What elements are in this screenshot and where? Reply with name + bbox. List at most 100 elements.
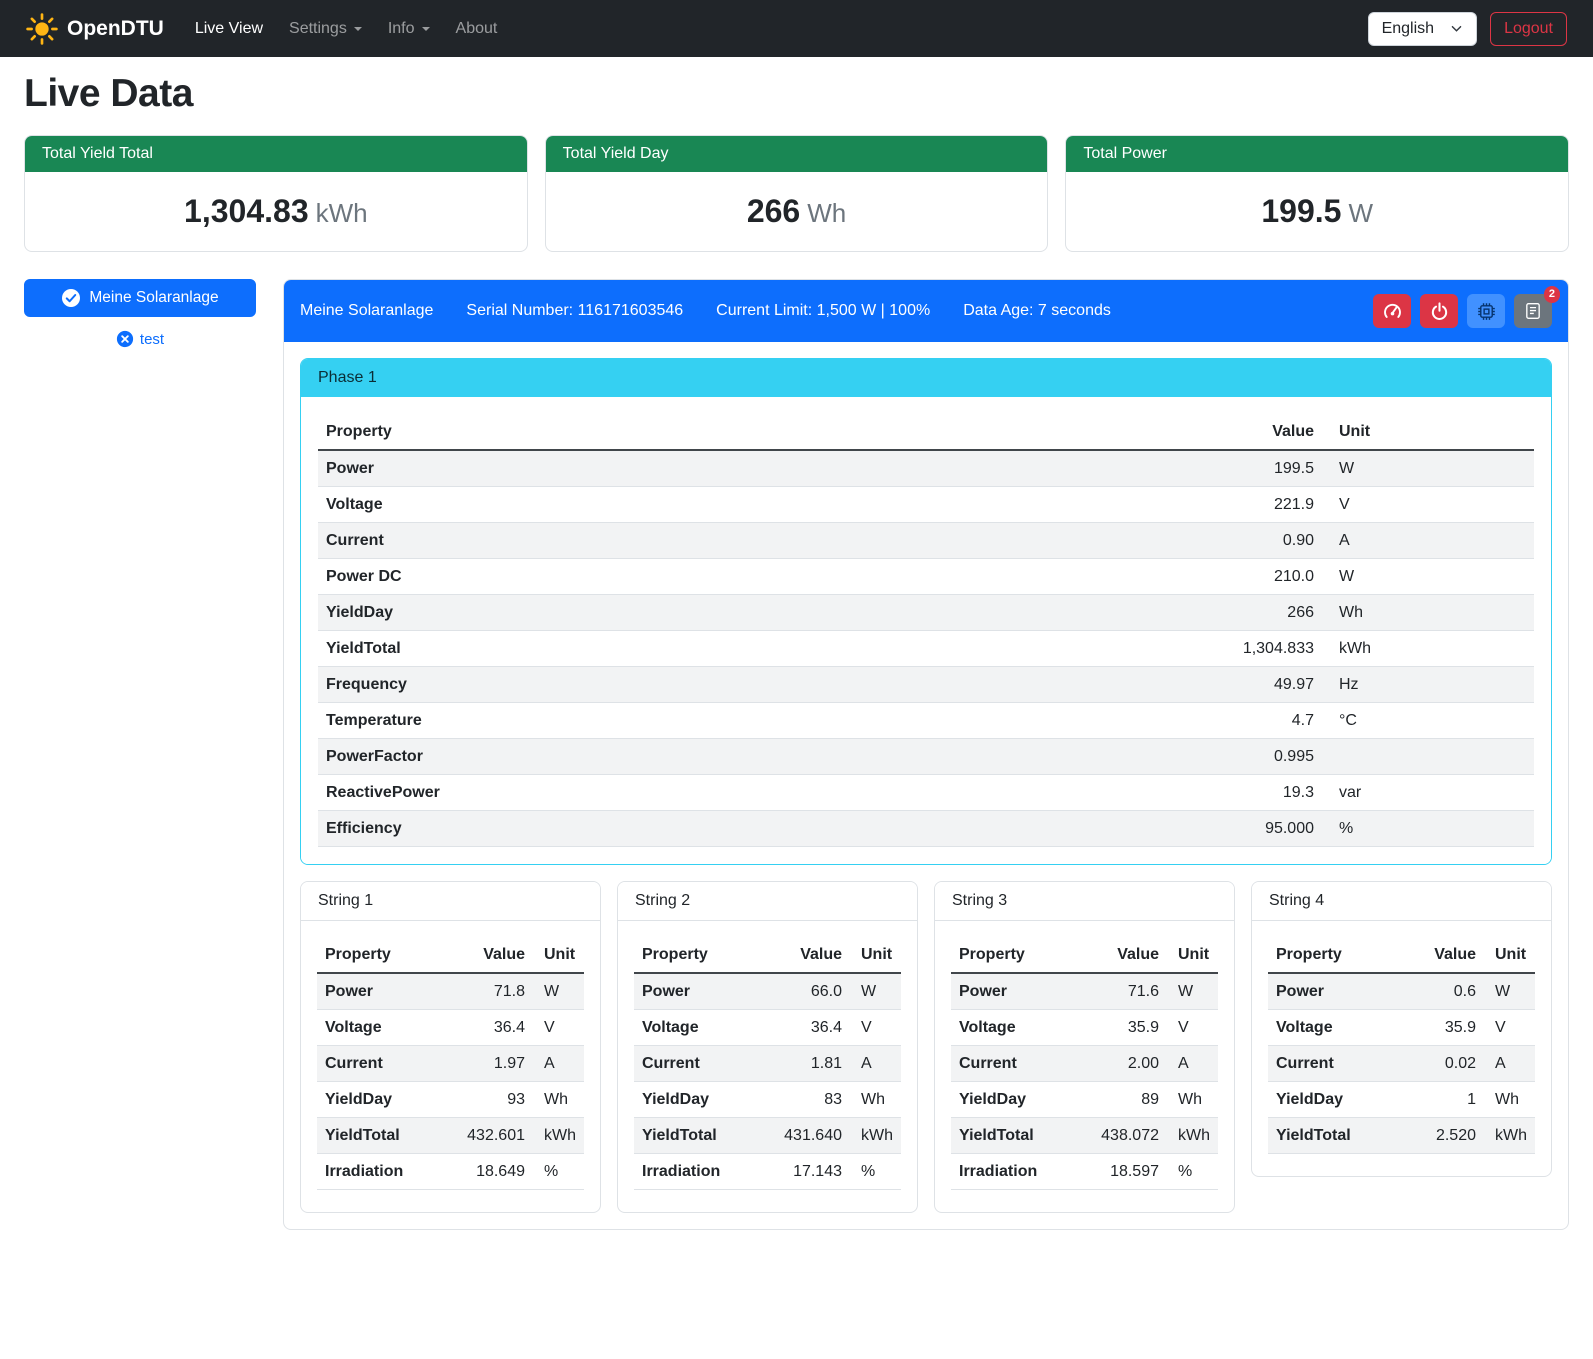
current-limit: Current Limit: 1,500 W | 100% xyxy=(716,302,930,320)
unit-cell: kWh xyxy=(533,1118,584,1154)
unit-cell: W xyxy=(1484,973,1535,1010)
nav-about[interactable]: About xyxy=(443,12,511,46)
value-cell: 2.520 xyxy=(1400,1118,1484,1154)
string-table: Property Value Unit Power71.8WVoltage36.… xyxy=(317,937,584,1190)
unit-cell: var xyxy=(1322,775,1534,811)
unit-cell: Wh xyxy=(1167,1082,1218,1118)
property-cell: Temperature xyxy=(318,703,919,739)
table-row: Voltage35.9V xyxy=(1268,1010,1535,1046)
logout-button[interactable]: Logout xyxy=(1490,12,1567,46)
col-unit: Unit xyxy=(850,937,901,973)
property-cell: Power xyxy=(318,450,919,487)
main-container: Live Data Total Yield Total 1,304.83kWh … xyxy=(0,72,1593,1254)
nav-links: Live View Settings Info About xyxy=(182,12,511,46)
property-cell: YieldDay xyxy=(951,1082,1072,1118)
string-table: Property Value Unit Power0.6WVoltage35.9… xyxy=(1268,937,1535,1154)
unit-cell: V xyxy=(1167,1010,1218,1046)
property-cell: Current xyxy=(634,1046,755,1082)
table-row: Power71.8W xyxy=(317,973,584,1010)
value-cell: 0.90 xyxy=(919,523,1322,559)
phase-card: Phase 1 Property Value Unit Power199.5WV… xyxy=(300,358,1552,865)
nav-info[interactable]: Info xyxy=(375,12,443,46)
table-row: Current2.00A xyxy=(951,1046,1218,1082)
event-log-button[interactable]: 2 xyxy=(1514,294,1552,328)
summary-card-total-power: Total Power 199.5W xyxy=(1065,135,1569,252)
string-card-2: String 2 Property Value Unit xyxy=(617,881,918,1213)
string-table: Property Value Unit Power66.0WVoltage36.… xyxy=(634,937,901,1190)
summary-unit: kWh xyxy=(316,198,368,228)
value-cell: 0.995 xyxy=(919,739,1322,775)
col-value: Value xyxy=(919,414,1322,450)
table-row: Efficiency95.000% xyxy=(318,811,1534,847)
event-log-icon xyxy=(1524,302,1542,320)
inverter-info-button[interactable] xyxy=(1467,294,1505,328)
table-row: YieldDay83Wh xyxy=(634,1082,901,1118)
table-row: Irradiation18.649% xyxy=(317,1154,584,1190)
property-cell: Current xyxy=(317,1046,438,1082)
nav-settings[interactable]: Settings xyxy=(276,12,375,46)
value-cell: 0.6 xyxy=(1400,973,1484,1010)
unit-cell: Wh xyxy=(1484,1082,1535,1118)
table-row: YieldTotal438.072kWh xyxy=(951,1118,1218,1154)
unit-cell: Wh xyxy=(533,1082,584,1118)
unit-cell: V xyxy=(533,1010,584,1046)
inverter-sidebar: Meine Solaranlage test xyxy=(24,279,256,348)
brand-label: OpenDTU xyxy=(67,17,164,41)
col-property: Property xyxy=(951,937,1072,973)
summary-value: 266 xyxy=(747,193,800,229)
table-row: Irradiation18.597% xyxy=(951,1154,1218,1190)
value-cell: 71.8 xyxy=(438,973,533,1010)
value-cell: 36.4 xyxy=(438,1010,533,1046)
summary-card-yield-total: Total Yield Total 1,304.83kWh xyxy=(24,135,528,252)
value-cell: 4.7 xyxy=(919,703,1322,739)
inverter-select-button[interactable]: Meine Solaranlage xyxy=(24,279,256,317)
col-property: Property xyxy=(1268,937,1400,973)
property-cell: YieldTotal xyxy=(951,1118,1072,1154)
col-unit: Unit xyxy=(1484,937,1535,973)
nav-live-view[interactable]: Live View xyxy=(182,12,276,46)
limit-settings-button[interactable] xyxy=(1373,294,1411,328)
check-circle-icon xyxy=(61,288,81,308)
col-unit: Unit xyxy=(1167,937,1218,973)
gauge-icon xyxy=(1383,302,1402,321)
unit-cell: W xyxy=(1322,450,1534,487)
data-age: Data Age: 7 seconds xyxy=(963,302,1111,320)
strings-row: String 1 Property Value Unit xyxy=(300,881,1552,1213)
value-cell: 18.649 xyxy=(438,1154,533,1190)
table-row: YieldDay93Wh xyxy=(317,1082,584,1118)
value-cell: 35.9 xyxy=(1072,1010,1167,1046)
unit-cell: W xyxy=(850,973,901,1010)
col-value: Value xyxy=(1400,937,1484,973)
string-body: Property Value Unit Power0.6WVoltage35.9… xyxy=(1252,921,1551,1176)
language-select[interactable]: English xyxy=(1368,12,1477,46)
summary-value: 199.5 xyxy=(1261,193,1341,229)
col-property: Property xyxy=(317,937,438,973)
unit-cell: % xyxy=(1322,811,1534,847)
table-row: YieldDay89Wh xyxy=(951,1082,1218,1118)
unit-cell: W xyxy=(1322,559,1534,595)
table-header-row: Property Value Unit xyxy=(634,937,901,973)
table-row: Irradiation17.143% xyxy=(634,1154,901,1190)
value-cell: 49.97 xyxy=(919,667,1322,703)
table-row: Temperature4.7°C xyxy=(318,703,1534,739)
value-cell: 1 xyxy=(1400,1082,1484,1118)
unit-cell: A xyxy=(850,1046,901,1082)
value-cell: 266 xyxy=(919,595,1322,631)
summary-row: Total Yield Total 1,304.83kWh Total Yiel… xyxy=(24,135,1569,252)
brand[interactable]: OpenDTU xyxy=(26,13,164,45)
inverter-select-test[interactable]: test xyxy=(24,330,256,348)
top-navbar: OpenDTU Live View Settings Info About En… xyxy=(0,0,1593,57)
unit-cell: W xyxy=(533,973,584,1010)
value-cell: 221.9 xyxy=(919,487,1322,523)
unit-cell: V xyxy=(1322,487,1534,523)
value-cell: 95.000 xyxy=(919,811,1322,847)
phase-title: Phase 1 xyxy=(301,359,1551,397)
language-value: English xyxy=(1382,20,1434,38)
power-button[interactable] xyxy=(1420,294,1458,328)
summary-card-body: 266Wh xyxy=(546,172,1048,251)
col-property: Property xyxy=(318,414,919,450)
col-property: Property xyxy=(634,937,755,973)
unit-cell: W xyxy=(1167,973,1218,1010)
unit-cell: A xyxy=(1167,1046,1218,1082)
property-cell: Current xyxy=(951,1046,1072,1082)
